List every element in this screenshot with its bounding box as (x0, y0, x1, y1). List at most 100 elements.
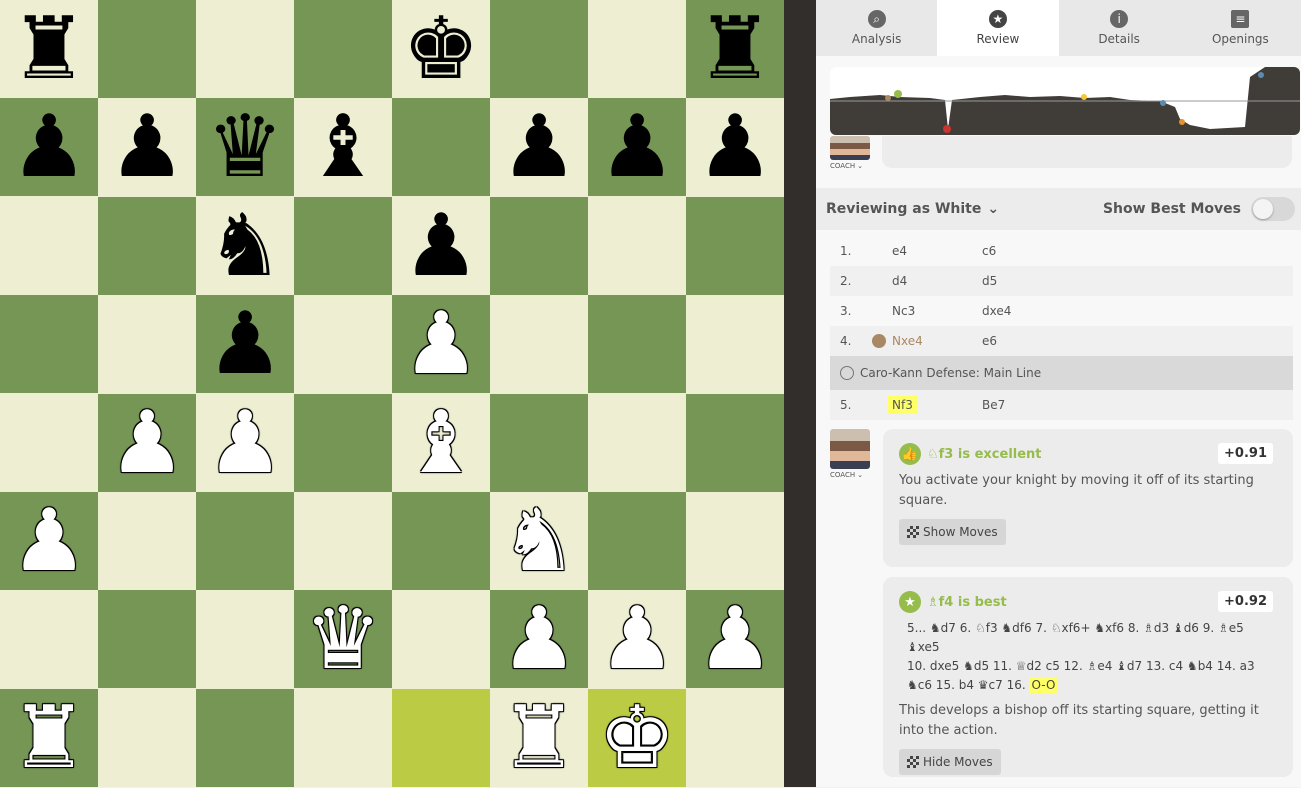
white-pawn-icon[interactable]: ♟ (108, 400, 185, 486)
square-h8[interactable]: ♜ (686, 0, 784, 98)
square-d1[interactable] (294, 688, 392, 787)
move-row[interactable]: 3. Nc3 dxe4 (830, 296, 1293, 326)
square-d6[interactable] (294, 196, 392, 295)
square-d4[interactable] (294, 393, 392, 492)
square-b7[interactable]: ♟ (98, 98, 196, 197)
tab-review[interactable]: ★ Review (937, 0, 1059, 56)
square-h3[interactable] (686, 491, 784, 590)
square-h2[interactable]: ♟ (686, 590, 784, 689)
square-e5[interactable]: ♟ (392, 295, 490, 394)
white-pawn-icon[interactable]: ♟ (696, 596, 773, 682)
square-g8[interactable] (588, 0, 686, 98)
square-a4[interactable] (0, 393, 98, 492)
white-pawn-icon[interactable]: ♟ (206, 400, 283, 486)
show-moves-button[interactable]: Show Moves (899, 519, 1006, 545)
square-e8[interactable]: ♚ (392, 0, 490, 98)
white-knight-icon[interactable]: ♞ (500, 498, 577, 584)
square-d3[interactable] (294, 491, 392, 590)
square-a1[interactable]: ♜ (0, 688, 98, 787)
square-a5[interactable] (0, 295, 98, 394)
square-h5[interactable] (686, 295, 784, 394)
square-f3[interactable]: ♞ (490, 491, 588, 590)
square-a7[interactable]: ♟ (0, 98, 98, 197)
square-d7[interactable]: ♝ (294, 98, 392, 197)
square-e4[interactable]: ♝ (392, 393, 490, 492)
square-e2[interactable] (392, 590, 490, 689)
square-h6[interactable] (686, 196, 784, 295)
square-g5[interactable] (588, 295, 686, 394)
square-e3[interactable] (392, 491, 490, 590)
white-king-icon[interactable]: ♚ (598, 695, 675, 781)
square-g4[interactable] (588, 393, 686, 492)
square-f7[interactable]: ♟ (490, 98, 588, 197)
white-queen-icon[interactable]: ♛ (304, 596, 381, 682)
move-row[interactable]: 5. Nf3 Be7 (830, 390, 1293, 420)
square-a8[interactable]: ♜ (0, 0, 98, 98)
square-b4[interactable]: ♟ (98, 393, 196, 492)
white-rook-icon[interactable]: ♜ (500, 695, 577, 781)
square-f8[interactable] (490, 0, 588, 98)
black-pawn-icon[interactable]: ♟ (598, 104, 675, 190)
reviewing-as-select[interactable]: Reviewing as White ⌄ (826, 201, 999, 217)
square-f1[interactable]: ♜ (490, 688, 588, 787)
move-row[interactable]: 1. e4 c6 (830, 236, 1293, 266)
square-b2[interactable] (98, 590, 196, 689)
hide-moves-button[interactable]: Hide Moves (899, 749, 1001, 775)
black-queen-icon[interactable]: ♛ (206, 104, 283, 190)
square-c1[interactable] (196, 688, 294, 787)
square-c2[interactable] (196, 590, 294, 689)
square-c7[interactable]: ♛ (196, 98, 294, 197)
black-pawn-icon[interactable]: ♟ (500, 104, 577, 190)
square-c8[interactable] (196, 0, 294, 98)
best-line[interactable]: 5... ♞d7 6. ♘f3 ♞df6 7. ♘xf6+ ♞xf6 8. ♗d… (899, 619, 1277, 695)
square-a2[interactable] (0, 590, 98, 689)
black-rook-icon[interactable]: ♜ (10, 6, 87, 92)
black-rook-icon[interactable]: ♜ (696, 6, 773, 92)
black-pawn-icon[interactable]: ♟ (206, 301, 283, 387)
square-g1[interactable]: ♚ (588, 688, 686, 787)
square-b8[interactable] (98, 0, 196, 98)
white-pawn-icon[interactable]: ♟ (10, 498, 87, 584)
white-pawn-icon[interactable]: ♟ (598, 596, 675, 682)
square-b1[interactable] (98, 688, 196, 787)
square-f2[interactable]: ♟ (490, 590, 588, 689)
white-bishop-icon[interactable]: ♝ (402, 400, 479, 486)
square-e1[interactable] (392, 688, 490, 787)
square-a3[interactable]: ♟ (0, 491, 98, 590)
square-b6[interactable] (98, 196, 196, 295)
square-g3[interactable] (588, 491, 686, 590)
evaluation-graph[interactable] (830, 67, 1300, 135)
square-a6[interactable] (0, 196, 98, 295)
current-move[interactable]: Nf3 (888, 396, 917, 414)
show-best-moves-toggle[interactable] (1251, 197, 1295, 221)
square-f4[interactable] (490, 393, 588, 492)
black-pawn-icon[interactable]: ♟ (108, 104, 185, 190)
chess-board[interactable]: ♜ ♚ ♜ ♟ ♟ ♛ ♝ ♟ ♟ ♟ ♞ ♟ ♟ ♟ ♟ ♟ ♝ ♟ ♞ ♛ ♟ ♟ ♟ ♜ ♜ ♚ (0, 0, 784, 787)
white-pawn-icon[interactable]: ♟ (500, 596, 577, 682)
black-bishop-icon[interactable]: ♝ (304, 104, 381, 190)
square-e6[interactable]: ♟ (392, 196, 490, 295)
square-h1[interactable] (686, 688, 784, 787)
square-b5[interactable] (98, 295, 196, 394)
square-d8[interactable] (294, 0, 392, 98)
square-d5[interactable] (294, 295, 392, 394)
white-pawn-icon[interactable]: ♟ (402, 301, 479, 387)
square-d2[interactable]: ♛ (294, 590, 392, 689)
square-g2[interactable]: ♟ (588, 590, 686, 689)
square-c5[interactable]: ♟ (196, 295, 294, 394)
black-pawn-icon[interactable]: ♟ (402, 203, 479, 289)
square-e7[interactable] (392, 98, 490, 197)
black-pawn-icon[interactable]: ♟ (696, 104, 773, 190)
square-h7[interactable]: ♟ (686, 98, 784, 197)
tab-analysis[interactable]: ⌕ Analysis (816, 0, 937, 56)
black-king-icon[interactable]: ♚ (402, 6, 479, 92)
current-line-move[interactable]: O-O (1029, 677, 1058, 693)
square-b3[interactable] (98, 491, 196, 590)
move-row[interactable]: 2. d4 d5 (830, 266, 1293, 296)
square-g7[interactable]: ♟ (588, 98, 686, 197)
square-h4[interactable] (686, 393, 784, 492)
tab-details[interactable]: i Details (1059, 0, 1180, 56)
square-c3[interactable] (196, 491, 294, 590)
square-c6[interactable]: ♞ (196, 196, 294, 295)
square-f5[interactable] (490, 295, 588, 394)
